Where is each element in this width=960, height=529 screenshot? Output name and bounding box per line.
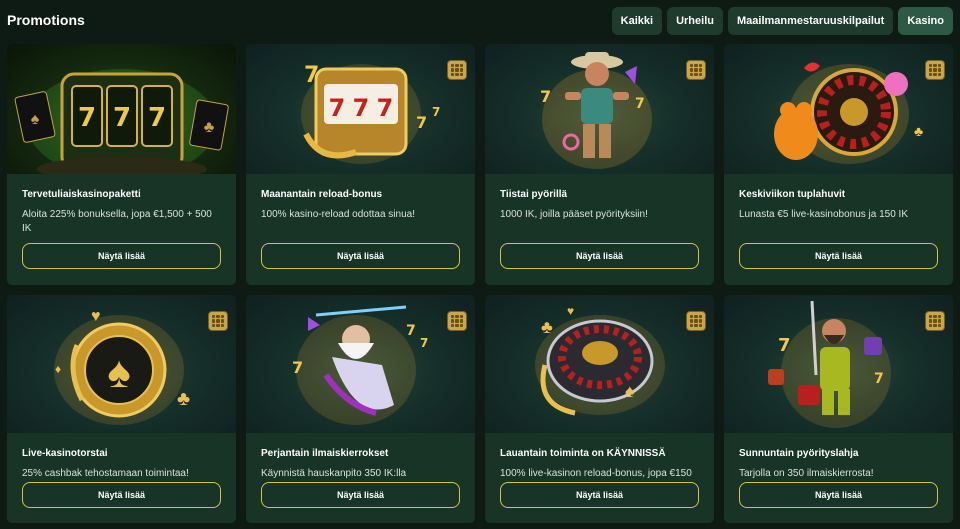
svg-text:♦: ♦ [55, 362, 61, 376]
promo-description: 25% cashbak tehostamaan toimintaa! [22, 468, 189, 479]
svg-text:7: 7 [420, 336, 428, 350]
promo-title: Maanantain reload-bonus [261, 189, 383, 200]
header: Promotions Kaikki Urheilu Maailmanmestar… [0, 0, 960, 40]
svg-text:7: 7 [113, 103, 131, 133]
promo-card: 7 7 Tiistai pyörillä 1000 IK, joilla pää… [485, 44, 714, 285]
promo-card: 7 7 7 7 7 7 Maanantain reload-bonus 100%… [246, 44, 475, 285]
promo-image-zeus-character: 7 7 7 [246, 295, 475, 433]
promo-description: Tarjolla on 350 ilmaiskierrosta! [739, 468, 874, 479]
promo-description: 100% live-kasinon reload-bonus, jopa €15… [500, 468, 692, 479]
svg-text:7: 7 [148, 103, 166, 133]
filter-tabs: Kaikki Urheilu Maailmanmestaruuskilpailu… [611, 7, 953, 35]
svg-text:7: 7 [377, 94, 394, 122]
dice-icon [447, 60, 467, 80]
svg-text:♣: ♣ [177, 388, 190, 410]
show-more-button[interactable]: Näytä lisää [500, 243, 699, 269]
promo-image-roulette-candy: ♣ [724, 44, 953, 174]
filter-casino[interactable]: Kasino [898, 7, 953, 35]
dice-icon [925, 311, 945, 331]
promo-description: Käynnistä hauskanpito 350 IK:lla [261, 468, 407, 479]
svg-text:7: 7 [874, 371, 884, 387]
promo-title: Tiistai pyörillä [500, 189, 568, 200]
promo-card: ♠ ♥ ♣ ♦ Live-kasinotorstai 25% cashbak t… [7, 295, 236, 523]
promo-image-cowboy-character: 7 7 [485, 44, 714, 174]
promo-card: 7 7 Sunnuntain pyörityslahja Tarjolla on… [724, 295, 953, 523]
dice-icon [925, 60, 945, 80]
show-more-button[interactable]: Näytä lisää [22, 482, 221, 508]
promo-title: Live-kasinotorstai [22, 448, 108, 459]
svg-text:7: 7 [78, 103, 96, 133]
svg-text:7: 7 [416, 113, 427, 132]
show-more-button[interactable]: Näytä lisää [22, 243, 221, 269]
promo-image-poker-chip: ♠ ♥ ♣ ♦ [7, 295, 236, 433]
promo-image-slot-machine-gold: 7 7 7 7 7 7 [246, 44, 475, 174]
promo-title: Sunnuntain pyörityslahja [739, 448, 859, 459]
dice-icon [686, 60, 706, 80]
promotions-grid: 7 7 7 ♠ ♣ Tervetuliaiskasinopaketti Aloi… [7, 44, 953, 523]
svg-text:7: 7 [304, 63, 319, 88]
dice-icon [686, 311, 706, 331]
promo-card: ♣ ♠ ♥ Lauantain toiminta on KÄYNNISSÄ 10… [485, 295, 714, 523]
promo-title: Tervetuliaiskasinopaketti [22, 189, 141, 200]
promo-card: 7 7 7 Perjantain ilmaiskierrokset Käynni… [246, 295, 475, 523]
page-title: Promotions [7, 12, 85, 28]
promo-title: Keskiviikon tuplahuvit [739, 189, 846, 200]
svg-text:♠: ♠ [625, 381, 635, 401]
promo-description: Aloita 225% bonuksella, jopa €1,500 + 50… [22, 209, 212, 234]
svg-text:7: 7 [329, 94, 346, 122]
promo-description: Lunasta €5 live-kasinobonus ja 150 IK [739, 209, 909, 220]
show-more-button[interactable]: Näytä lisää [261, 243, 460, 269]
promo-title: Perjantain ilmaiskierrokset [261, 448, 389, 459]
promo-image-miner-character: 7 7 [724, 295, 953, 433]
svg-text:♣: ♣ [204, 119, 215, 136]
show-more-button[interactable]: Näytä lisää [739, 482, 938, 508]
svg-text:♣: ♣ [541, 317, 553, 337]
promo-card: ♣ Keskiviikon tuplahuvit Lunasta €5 live… [724, 44, 953, 285]
promo-image-slot-machine: 7 7 7 ♠ ♣ [7, 44, 236, 174]
svg-text:7: 7 [778, 335, 791, 356]
dice-icon [447, 311, 467, 331]
svg-text:7: 7 [353, 94, 370, 122]
dice-icon [208, 311, 228, 331]
svg-text:♥: ♥ [567, 304, 574, 318]
promo-image-roulette-wheel: ♣ ♠ ♥ [485, 295, 714, 433]
filter-world-championships[interactable]: Maailmanmestaruuskilpailut [727, 7, 894, 35]
promo-title: Lauantain toiminta on KÄYNNISSÄ [500, 448, 666, 459]
svg-text:♥: ♥ [91, 308, 101, 325]
svg-text:7: 7 [406, 323, 416, 339]
svg-text:♣: ♣ [914, 123, 923, 139]
svg-text:7: 7 [635, 96, 645, 112]
show-more-button[interactable]: Näytä lisää [261, 482, 460, 508]
promo-description: 100% kasino-reload odottaa sinua! [261, 209, 415, 220]
promo-card: 7 7 7 ♠ ♣ Tervetuliaiskasinopaketti Aloi… [7, 44, 236, 285]
show-more-button[interactable]: Näytä lisää [500, 482, 699, 508]
svg-text:7: 7 [432, 105, 440, 119]
svg-text:7: 7 [292, 358, 303, 377]
svg-text:♠: ♠ [107, 348, 130, 397]
show-more-button[interactable]: Näytä lisää [739, 243, 938, 269]
svg-text:7: 7 [540, 87, 551, 106]
svg-text:♠: ♠ [31, 111, 40, 128]
promo-description: 1000 IK, joilla pääset pyörityksiin! [500, 209, 648, 220]
filter-sports[interactable]: Urheilu [667, 7, 723, 35]
filter-all[interactable]: Kaikki [611, 7, 663, 35]
